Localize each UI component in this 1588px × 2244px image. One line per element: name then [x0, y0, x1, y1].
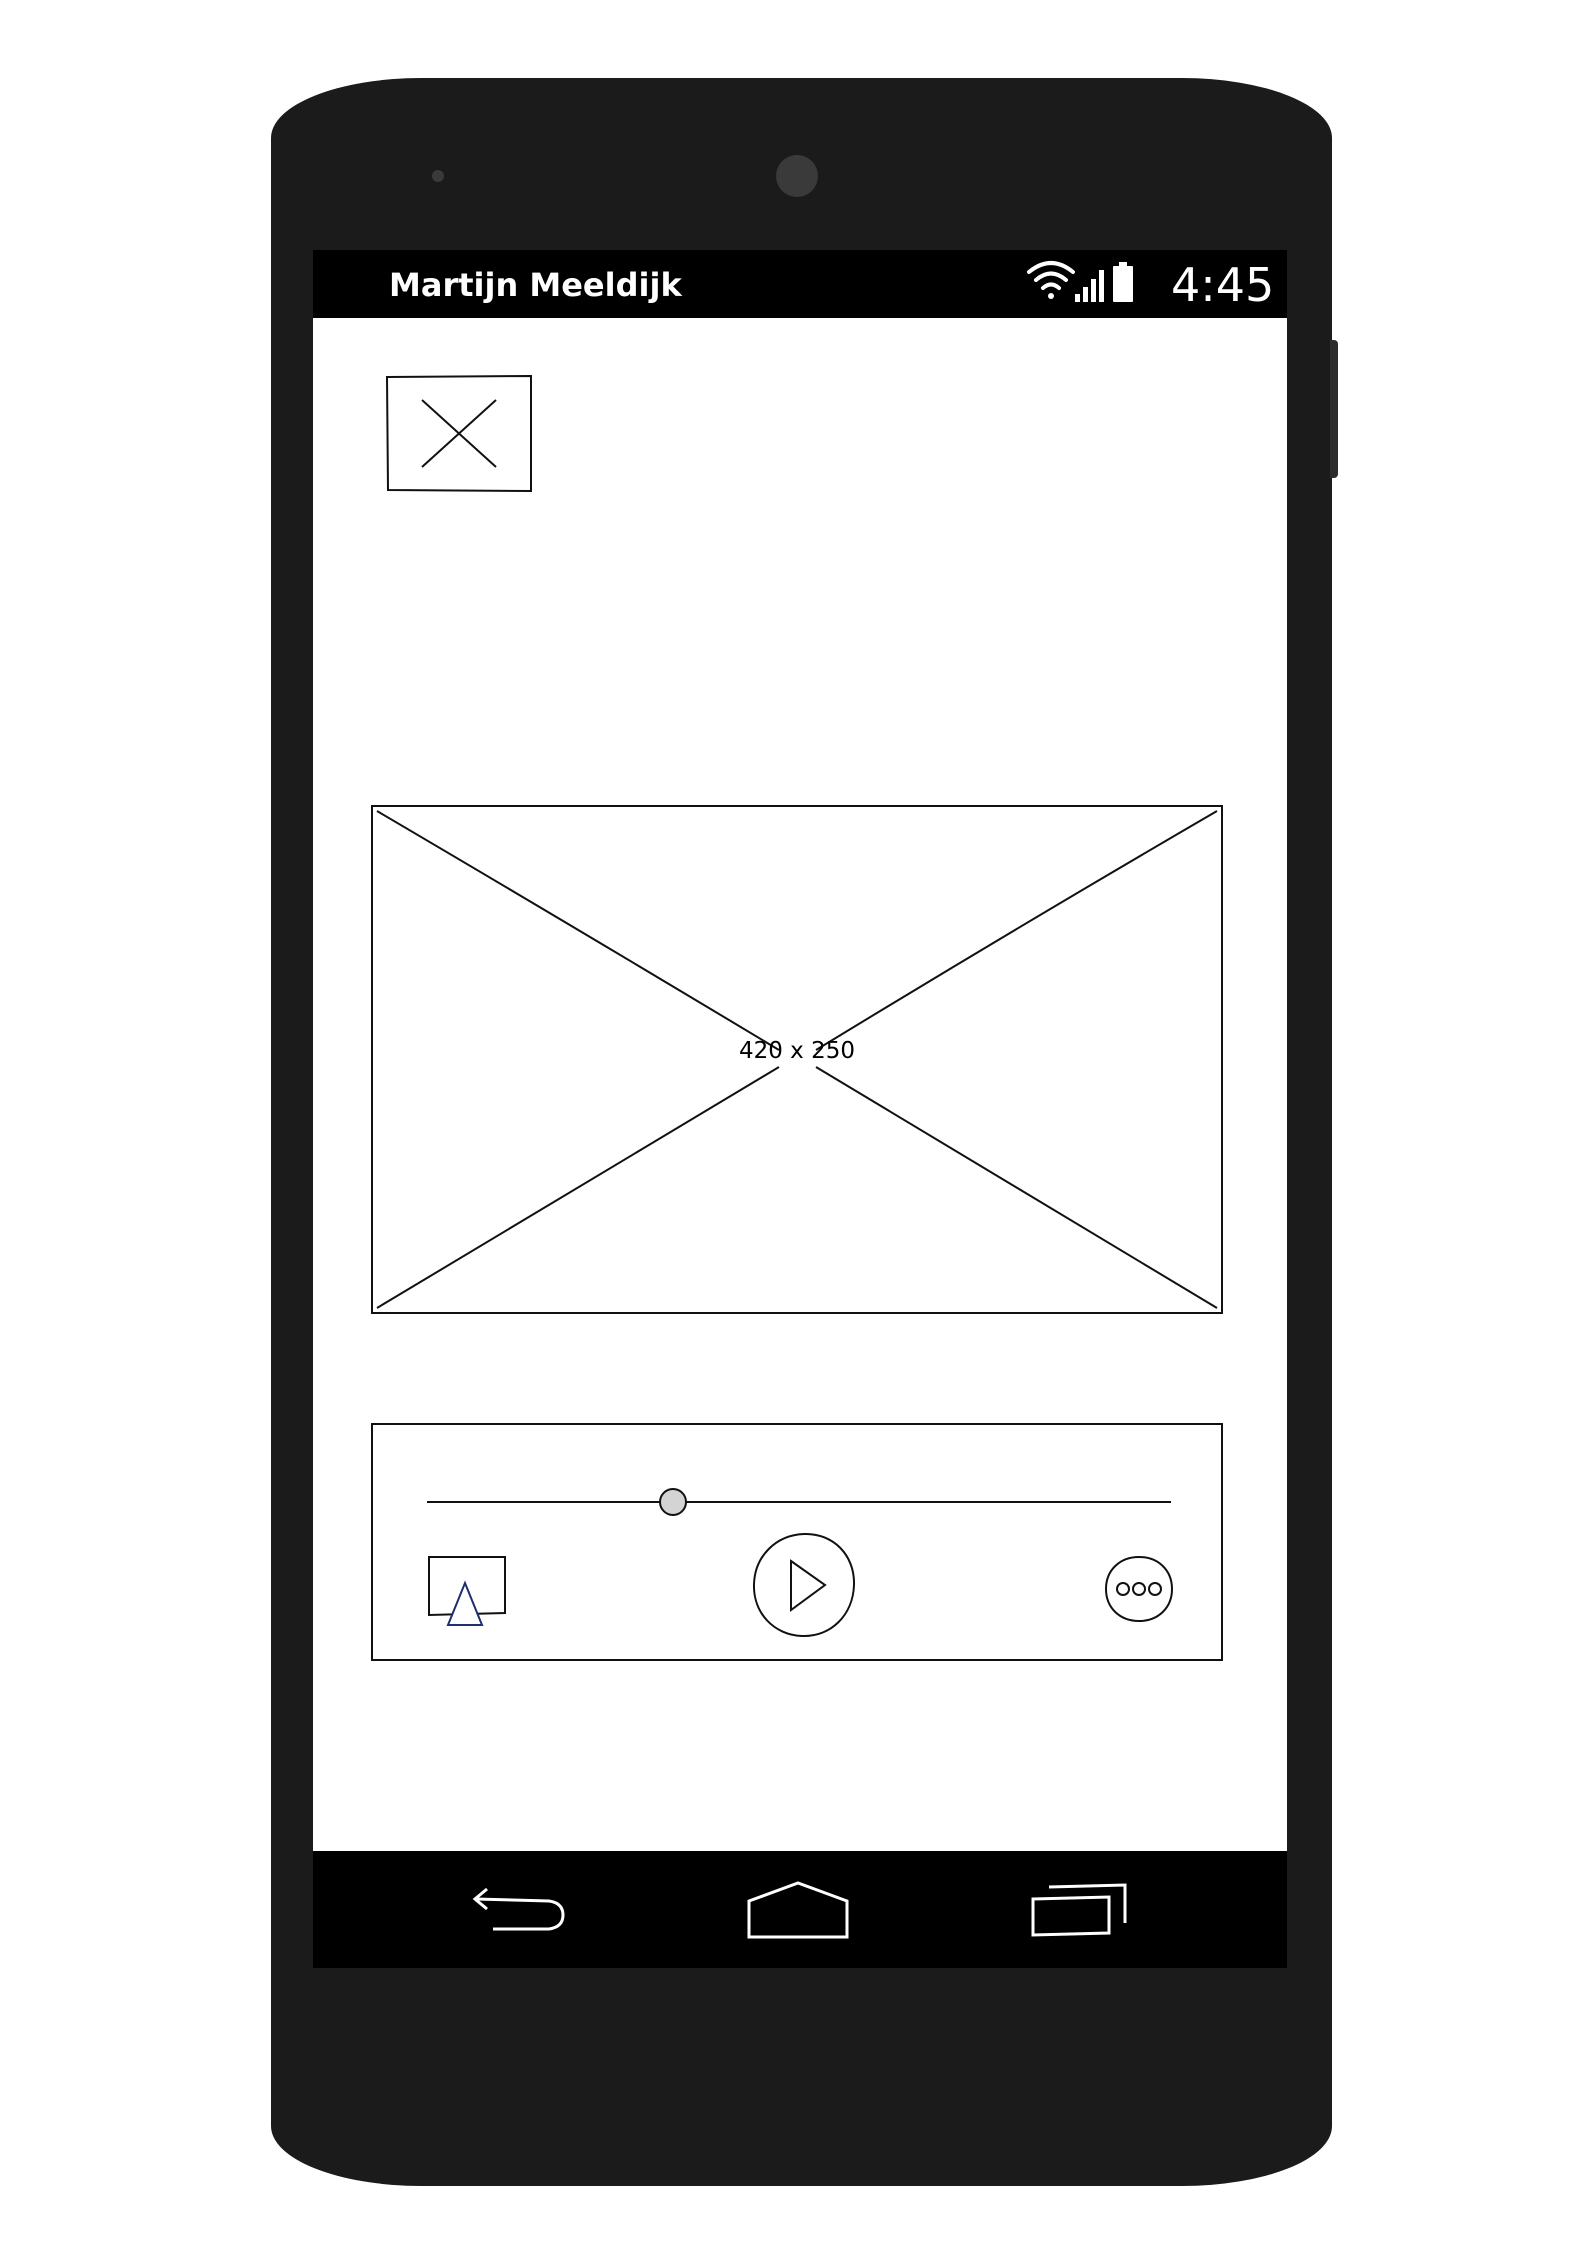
- front-camera: [776, 155, 818, 197]
- back-icon[interactable]: [469, 1879, 569, 1939]
- status-time: 4:45: [1171, 258, 1275, 312]
- play-icon: [752, 1532, 856, 1638]
- recent-apps-icon[interactable]: [1029, 1879, 1129, 1939]
- signal-icon: [1075, 270, 1104, 302]
- power-button: [1330, 340, 1338, 478]
- wifi-icon: [1027, 261, 1075, 299]
- navigation-bar: [313, 1851, 1287, 1968]
- proximity-sensor: [432, 170, 444, 182]
- close-icon: [385, 374, 532, 493]
- more-options-button[interactable]: [1104, 1555, 1174, 1623]
- status-user-name: Martijn Meeldijk: [389, 266, 682, 304]
- airplay-button[interactable]: [427, 1555, 507, 1627]
- battery-icon: [1113, 262, 1133, 302]
- more-icon: [1104, 1555, 1174, 1623]
- status-bar: Martijn Meeldijk 4:45: [313, 250, 1287, 318]
- seek-thumb[interactable]: [658, 1488, 687, 1516]
- media-player: [371, 1423, 1223, 1661]
- image-placeholder: 420 x 250: [371, 805, 1223, 1314]
- seek-progress: [427, 1501, 673, 1503]
- placeholder-label: 420 x 250: [738, 1038, 856, 1064]
- status-icons: [1027, 261, 1133, 302]
- home-icon[interactable]: [745, 1879, 851, 1941]
- screen: Martijn Meeldijk 4:45 420 x 250: [313, 250, 1287, 1968]
- airplay-icon: [428, 1556, 506, 1626]
- play-button[interactable]: [751, 1531, 857, 1639]
- close-button[interactable]: [385, 374, 532, 493]
